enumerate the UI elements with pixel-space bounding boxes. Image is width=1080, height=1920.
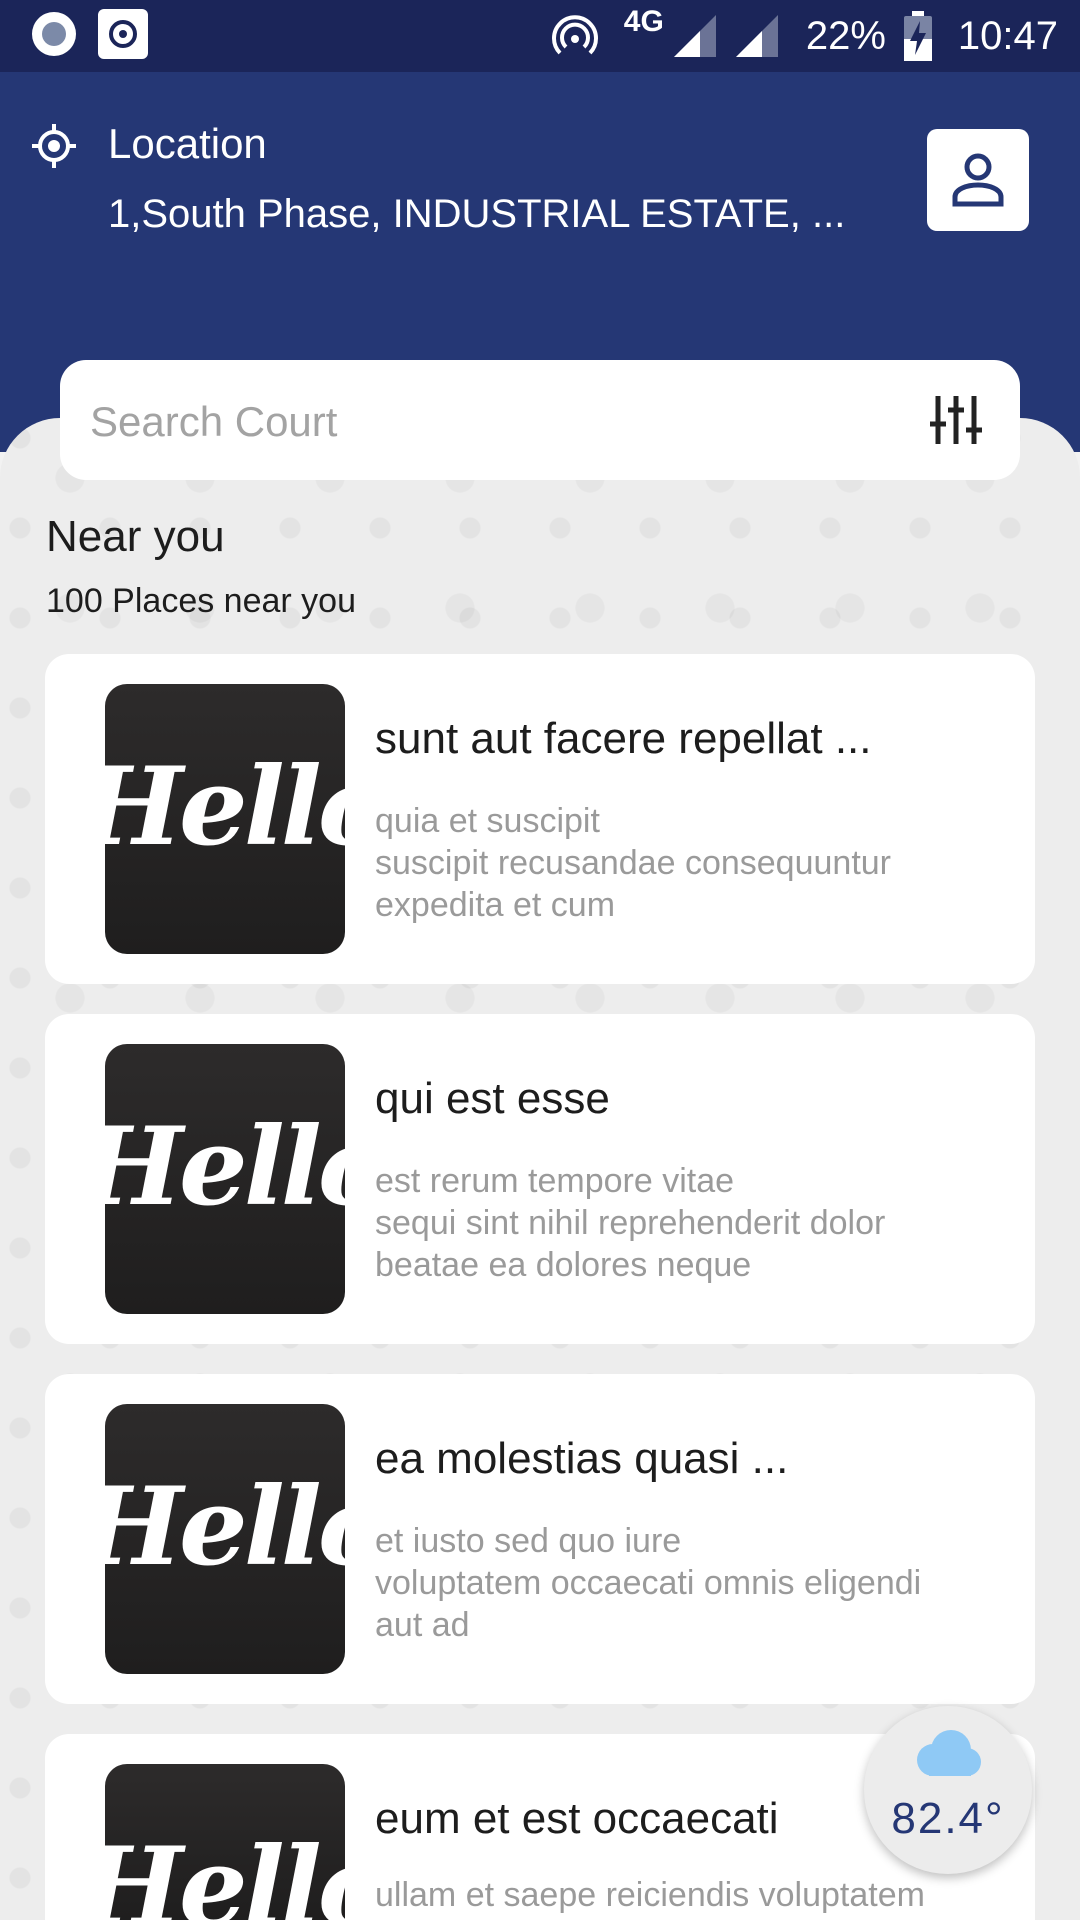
place-description: ullam et saepe reiciendis voluptatem xyxy=(375,1876,925,1914)
place-description: quia et suscipit suscipit recusandae con… xyxy=(375,802,891,924)
place-image: Hello! xyxy=(105,1404,345,1674)
weather-button[interactable]: 82.4° xyxy=(864,1706,1032,1874)
place-title: ea molestias quasi ... xyxy=(375,1434,789,1483)
place-title: qui est esse xyxy=(375,1074,610,1123)
place-card[interactable]: Hello! ea molestias quasi ... et iusto s… xyxy=(45,1374,1035,1704)
section-title: Near you xyxy=(46,512,225,561)
place-image: Hello! xyxy=(105,684,345,954)
place-image: Hello! xyxy=(105,1764,345,1920)
cloud-icon xyxy=(917,1730,981,1776)
hotspot-icon xyxy=(551,15,598,55)
place-image: Hello! xyxy=(105,1044,345,1314)
person-icon xyxy=(952,153,1004,207)
battery-charging-icon xyxy=(903,11,932,61)
clock: 10:47 xyxy=(957,13,1058,58)
place-title: sunt aut facere repellat ... xyxy=(375,714,872,763)
temperature: 82.4° xyxy=(891,1794,1005,1843)
profile-button[interactable] xyxy=(927,129,1029,231)
signal-icon xyxy=(735,15,778,57)
place-description: est rerum tempore vitae sequi sint nihil… xyxy=(375,1162,886,1284)
location-target-icon[interactable] xyxy=(30,122,78,170)
status-bar: 4G 22% 10:47 xyxy=(0,0,1080,72)
notification-app-icon xyxy=(32,12,76,56)
filter-icon[interactable] xyxy=(928,392,984,448)
signal-icon xyxy=(673,15,716,57)
location-label: Location xyxy=(108,120,267,167)
location-address[interactable]: 1,South Phase, INDUSTRIAL ESTATE, ... xyxy=(108,192,845,237)
place-card[interactable]: Hello! sunt aut facere repellat ... quia… xyxy=(45,654,1035,984)
network-type: 4G xyxy=(623,5,664,38)
section-subtitle: 100 Places near you xyxy=(46,582,356,620)
place-card[interactable]: Hello! qui est esse est rerum tempore vi… xyxy=(45,1014,1035,1344)
place-description: et iusto sed quo iure voluptatem occaeca… xyxy=(375,1522,922,1644)
search-bar[interactable]: Search Court xyxy=(60,360,1020,480)
search-input[interactable]: Search Court xyxy=(90,398,337,446)
notification-app-icon xyxy=(98,9,148,59)
battery-percent: 22% xyxy=(805,13,886,58)
